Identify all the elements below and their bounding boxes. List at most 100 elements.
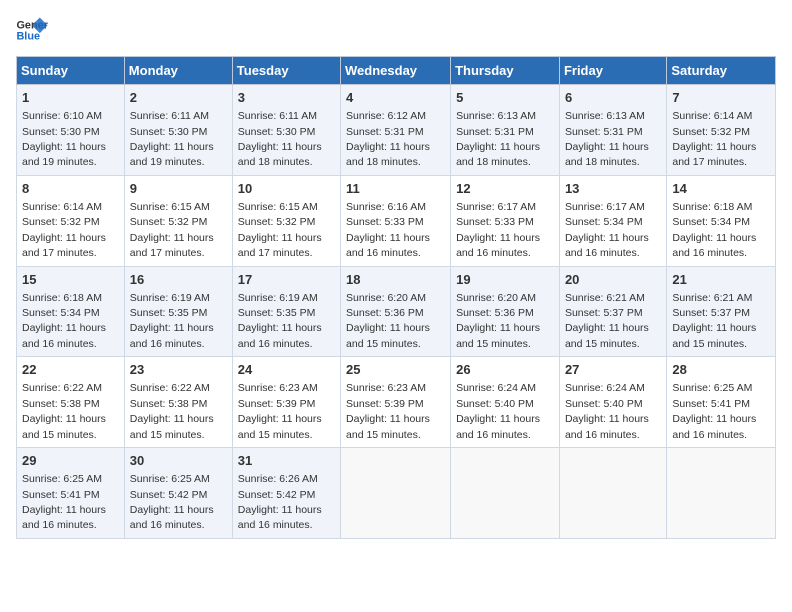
logo-icon: General Blue xyxy=(16,16,48,44)
day-number: 12 xyxy=(456,180,554,198)
day-info: Sunrise: 6:19 AMSunset: 5:35 PMDaylight:… xyxy=(130,292,214,350)
weekday-monday: Monday xyxy=(124,57,232,85)
calendar-cell: 19 Sunrise: 6:20 AMSunset: 5:36 PMDayligh… xyxy=(451,266,560,357)
calendar-cell: 9 Sunrise: 6:15 AMSunset: 5:32 PMDaylight… xyxy=(124,175,232,266)
day-info: Sunrise: 6:21 AMSunset: 5:37 PMDaylight:… xyxy=(672,292,756,350)
day-number: 20 xyxy=(565,271,661,289)
calendar-cell: 23Sunrise: 6:22 AMSunset: 5:38 PMDayligh… xyxy=(124,357,232,448)
calendar-week-4: 22 Sunrise: 6:22 AMSunset: 5:38 PMDayligh… xyxy=(17,357,776,448)
calendar-body: 1 Sunrise: 6:10 AMSunset: 5:30 PMDaylight… xyxy=(17,85,776,539)
day-number: 26 xyxy=(456,361,554,379)
day-info: Sunrise: 6:20 AMSunset: 5:36 PMDaylight:… xyxy=(346,292,430,350)
calendar-cell: 8Sunrise: 6:14 AMSunset: 5:32 PMDaylight… xyxy=(17,175,125,266)
svg-text:Blue: Blue xyxy=(16,30,40,42)
day-number: 17 xyxy=(238,271,335,289)
weekday-thursday: Thursday xyxy=(451,57,560,85)
day-number: 14 xyxy=(672,180,770,198)
calendar-cell: 18 Sunrise: 6:20 AMSunset: 5:36 PMDayligh… xyxy=(341,266,451,357)
day-number: 25 xyxy=(346,361,445,379)
weekday-friday: Friday xyxy=(559,57,666,85)
day-info: Sunrise: 6:17 AMSunset: 5:34 PMDaylight:… xyxy=(565,201,649,259)
calendar-cell xyxy=(341,448,451,539)
calendar-cell: 7Sunrise: 6:14 AMSunset: 5:32 PMDaylight… xyxy=(667,85,776,176)
calendar-cell: 5Sunrise: 6:13 AMSunset: 5:31 PMDaylight… xyxy=(451,85,560,176)
day-number: 5 xyxy=(456,89,554,107)
calendar-cell xyxy=(451,448,560,539)
day-info: Sunrise: 6:11 AMSunset: 5:30 PMDaylight:… xyxy=(130,110,214,168)
day-number: 30 xyxy=(130,452,227,470)
calendar-cell: 31 Sunrise: 6:26 AMSunset: 5:42 PMDayligh… xyxy=(232,448,340,539)
weekday-wednesday: Wednesday xyxy=(341,57,451,85)
calendar-cell: 24 Sunrise: 6:23 AMSunset: 5:39 PMDayligh… xyxy=(232,357,340,448)
day-info: Sunrise: 6:15 AMSunset: 5:32 PMDaylight:… xyxy=(130,201,214,259)
day-info: Sunrise: 6:18 AMSunset: 5:34 PMDaylight:… xyxy=(22,292,106,350)
calendar-week-3: 15 Sunrise: 6:18 AMSunset: 5:34 PMDayligh… xyxy=(17,266,776,357)
day-info: Sunrise: 6:25 AMSunset: 5:42 PMDaylight:… xyxy=(130,473,214,531)
day-number: 3 xyxy=(238,89,335,107)
calendar-week-1: 1 Sunrise: 6:10 AMSunset: 5:30 PMDaylight… xyxy=(17,85,776,176)
calendar-cell: 6Sunrise: 6:13 AMSunset: 5:31 PMDaylight… xyxy=(559,85,666,176)
calendar-cell: 11 Sunrise: 6:16 AMSunset: 5:33 PMDayligh… xyxy=(341,175,451,266)
day-number: 22 xyxy=(22,361,119,379)
day-info: Sunrise: 6:12 AMSunset: 5:31 PMDaylight:… xyxy=(346,110,430,168)
day-info: Sunrise: 6:26 AMSunset: 5:42 PMDaylight:… xyxy=(238,473,322,531)
day-info: Sunrise: 6:19 AMSunset: 5:35 PMDaylight:… xyxy=(238,292,322,350)
day-info: Sunrise: 6:24 AMSunset: 5:40 PMDaylight:… xyxy=(456,382,540,440)
day-number: 21 xyxy=(672,271,770,289)
calendar-cell: 3 Sunrise: 6:11 AMSunset: 5:30 PMDaylight… xyxy=(232,85,340,176)
day-number: 10 xyxy=(238,180,335,198)
calendar-cell: 21 Sunrise: 6:21 AMSunset: 5:37 PMDayligh… xyxy=(667,266,776,357)
day-number: 19 xyxy=(456,271,554,289)
calendar-cell: 15 Sunrise: 6:18 AMSunset: 5:34 PMDayligh… xyxy=(17,266,125,357)
day-info: Sunrise: 6:17 AMSunset: 5:33 PMDaylight:… xyxy=(456,201,540,259)
calendar-week-5: 29Sunrise: 6:25 AMSunset: 5:41 PMDayligh… xyxy=(17,448,776,539)
calendar-cell: 26 Sunrise: 6:24 AMSunset: 5:40 PMDayligh… xyxy=(451,357,560,448)
day-number: 11 xyxy=(346,180,445,198)
day-number: 31 xyxy=(238,452,335,470)
day-info: Sunrise: 6:11 AMSunset: 5:30 PMDaylight:… xyxy=(238,110,322,168)
day-info: Sunrise: 6:14 AMSunset: 5:32 PMDaylight:… xyxy=(22,201,106,259)
day-info: Sunrise: 6:24 AMSunset: 5:40 PMDaylight:… xyxy=(565,382,649,440)
day-info: Sunrise: 6:10 AMSunset: 5:30 PMDaylight:… xyxy=(22,110,106,168)
calendar-cell xyxy=(559,448,666,539)
day-info: Sunrise: 6:16 AMSunset: 5:33 PMDaylight:… xyxy=(346,201,430,259)
day-number: 24 xyxy=(238,361,335,379)
calendar-cell: 27 Sunrise: 6:24 AMSunset: 5:40 PMDayligh… xyxy=(559,357,666,448)
day-number: 27 xyxy=(565,361,661,379)
day-info: Sunrise: 6:22 AMSunset: 5:38 PMDaylight:… xyxy=(22,382,106,440)
day-number: 1 xyxy=(22,89,119,107)
day-number: 2 xyxy=(130,89,227,107)
weekday-tuesday: Tuesday xyxy=(232,57,340,85)
day-info: Sunrise: 6:13 AMSunset: 5:31 PMDaylight:… xyxy=(565,110,649,168)
day-info: Sunrise: 6:23 AMSunset: 5:39 PMDaylight:… xyxy=(346,382,430,440)
day-info: Sunrise: 6:25 AMSunset: 5:41 PMDaylight:… xyxy=(22,473,106,531)
day-number: 18 xyxy=(346,271,445,289)
calendar-cell: 1 Sunrise: 6:10 AMSunset: 5:30 PMDaylight… xyxy=(17,85,125,176)
day-info: Sunrise: 6:25 AMSunset: 5:41 PMDaylight:… xyxy=(672,382,756,440)
calendar-table: SundayMondayTuesdayWednesdayThursdayFrid… xyxy=(16,56,776,539)
page-header: General Blue xyxy=(16,16,776,44)
day-number: 28 xyxy=(672,361,770,379)
calendar-cell: 14 Sunrise: 6:18 AMSunset: 5:34 PMDayligh… xyxy=(667,175,776,266)
day-number: 9 xyxy=(130,180,227,198)
calendar-cell: 13Sunrise: 6:17 AMSunset: 5:34 PMDayligh… xyxy=(559,175,666,266)
day-info: Sunrise: 6:15 AMSunset: 5:32 PMDaylight:… xyxy=(238,201,322,259)
day-number: 16 xyxy=(130,271,227,289)
weekday-saturday: Saturday xyxy=(667,57,776,85)
day-info: Sunrise: 6:21 AMSunset: 5:37 PMDaylight:… xyxy=(565,292,649,350)
calendar-cell: 2 Sunrise: 6:11 AMSunset: 5:30 PMDaylight… xyxy=(124,85,232,176)
day-number: 15 xyxy=(22,271,119,289)
day-number: 7 xyxy=(672,89,770,107)
calendar-week-2: 8Sunrise: 6:14 AMSunset: 5:32 PMDaylight… xyxy=(17,175,776,266)
calendar-cell xyxy=(667,448,776,539)
day-info: Sunrise: 6:23 AMSunset: 5:39 PMDaylight:… xyxy=(238,382,322,440)
calendar-cell: 16 Sunrise: 6:19 AMSunset: 5:35 PMDayligh… xyxy=(124,266,232,357)
calendar-cell: 28 Sunrise: 6:25 AMSunset: 5:41 PMDayligh… xyxy=(667,357,776,448)
day-info: Sunrise: 6:20 AMSunset: 5:36 PMDaylight:… xyxy=(456,292,540,350)
day-info: Sunrise: 6:18 AMSunset: 5:34 PMDaylight:… xyxy=(672,201,756,259)
day-number: 23 xyxy=(130,361,227,379)
logo: General Blue xyxy=(16,16,48,44)
calendar-cell: 22 Sunrise: 6:22 AMSunset: 5:38 PMDayligh… xyxy=(17,357,125,448)
weekday-header-row: SundayMondayTuesdayWednesdayThursdayFrid… xyxy=(17,57,776,85)
calendar-cell: 10 Sunrise: 6:15 AMSunset: 5:32 PMDayligh… xyxy=(232,175,340,266)
